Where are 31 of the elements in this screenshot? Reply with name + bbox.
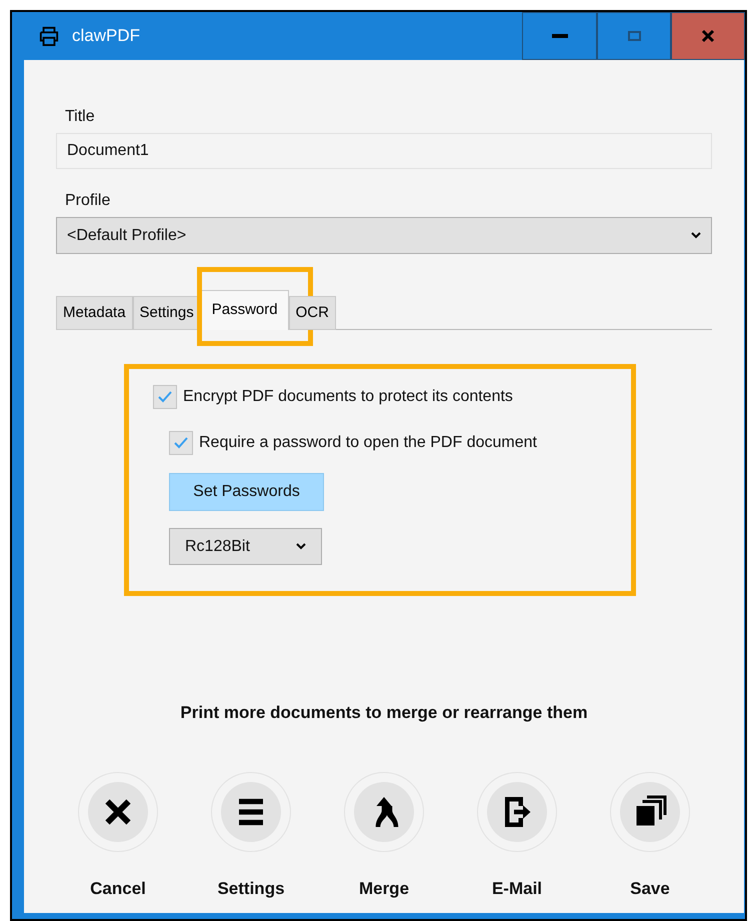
close-icon [701, 29, 715, 43]
chevron-down-icon [691, 232, 701, 239]
tab[interactable]: Password [200, 290, 289, 330]
check-icon [174, 437, 188, 449]
checkbox-label: Require a password to open the PDF document [199, 433, 537, 453]
profile-dropdown[interactable]: <Default Profile> [56, 217, 712, 254]
action-button[interactable]: Cancel [68, 772, 168, 901]
encryption-dropdown[interactable]: Rc128Bit [169, 528, 322, 565]
merge-hint: Print more documents to merge or rearrange them [179, 702, 589, 724]
tab[interactable]: OCR [288, 296, 336, 330]
checkbox[interactable] [169, 431, 193, 455]
window-title: clawPDF [72, 25, 140, 48]
checkbox[interactable] [153, 385, 177, 409]
field-label: Profile [65, 191, 112, 211]
action-button[interactable]: Save [600, 772, 700, 901]
check-icon [158, 391, 172, 403]
tab[interactable]: Metadata [56, 296, 133, 330]
field-label: Title [65, 107, 96, 127]
title-field[interactable]: Document1 [56, 133, 712, 169]
maximize-icon [628, 31, 640, 41]
printer-icon [38, 26, 60, 46]
action-button[interactable]: Merge [334, 772, 434, 901]
action-button[interactable]: Settings [201, 772, 301, 901]
close-button[interactable] [671, 12, 745, 60]
minimize-icon [552, 34, 568, 38]
minimize-button[interactable] [522, 12, 597, 60]
set-passwords-button[interactable]: Set Passwords [169, 473, 324, 511]
action-button[interactable]: E-Mail [467, 772, 567, 901]
maximize-button[interactable] [597, 12, 671, 60]
chevron-down-icon [296, 543, 306, 550]
checkbox-label: Encrypt PDF documents to protect its contents [183, 387, 513, 407]
